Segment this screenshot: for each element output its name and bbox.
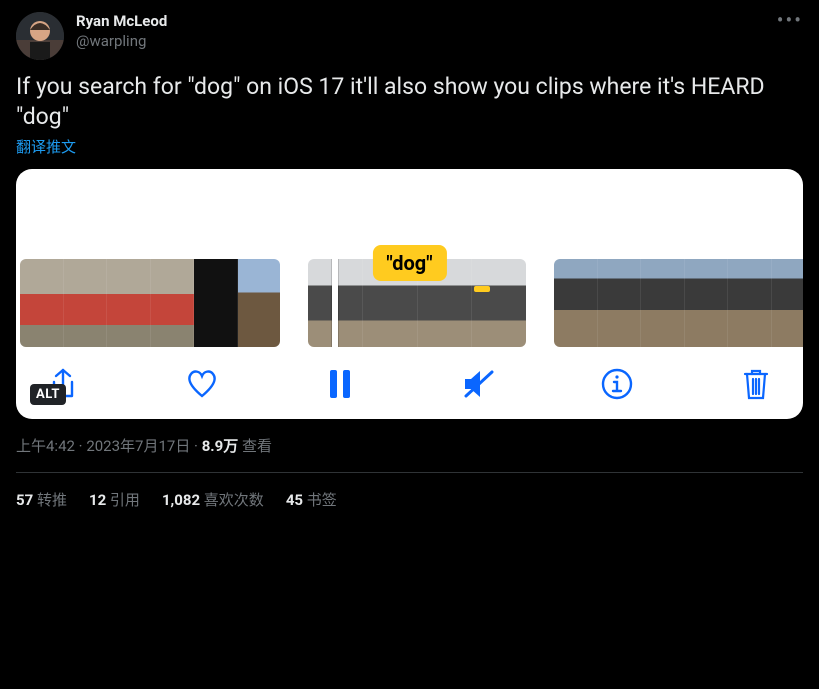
tweet-stats: 57 转推 12 引用 1,082 喜欢次数 45 书签 <box>16 473 803 510</box>
trash-icon[interactable] <box>739 367 773 401</box>
quotes-stat[interactable]: 12 引用 <box>89 489 140 510</box>
translate-link[interactable]: 翻译推文 <box>16 136 76 157</box>
media-toolbar <box>16 347 803 407</box>
clip-thumbnail-group[interactable] <box>554 259 803 347</box>
likes-stat[interactable]: 1,082 喜欢次数 <box>162 489 264 510</box>
media-card[interactable]: "dog" <box>16 169 803 419</box>
bookmarks-stat[interactable]: 45 书签 <box>286 489 337 510</box>
display-name: Ryan McLeod <box>76 12 167 32</box>
avatar[interactable] <box>16 12 64 60</box>
caption-bubble: "dog" <box>372 245 446 281</box>
views-count: 8.9万 <box>202 437 239 455</box>
scrubber-playhead[interactable] <box>332 259 338 347</box>
tweet-container: ••• Ryan McLeod @warpling If you search … <box>0 0 819 510</box>
mute-icon[interactable] <box>462 367 496 401</box>
heart-icon[interactable] <box>185 367 219 401</box>
alt-badge[interactable]: ALT <box>30 384 66 405</box>
handle: @warpling <box>76 32 167 52</box>
author-name-block[interactable]: Ryan McLeod @warpling <box>76 12 167 51</box>
tweet-date: 2023年7月17日 <box>86 437 190 455</box>
info-icon[interactable] <box>600 367 634 401</box>
tweet-header: Ryan McLeod @warpling <box>16 12 803 60</box>
more-options-button[interactable]: ••• <box>777 8 803 32</box>
views-label: 查看 <box>242 437 272 455</box>
pause-icon[interactable] <box>323 367 357 401</box>
tweet-meta[interactable]: 上午4:42 · 2023年7月17日 · 8.9万 查看 <box>16 419 803 473</box>
tweet-time: 上午4:42 <box>16 437 75 455</box>
clip-thumbnail-group[interactable] <box>20 259 280 347</box>
playhead-marker <box>474 286 490 292</box>
tweet-text: If you search for "dog" on iOS 17 it'll … <box>16 72 803 132</box>
retweets-stat[interactable]: 57 转推 <box>16 489 67 510</box>
